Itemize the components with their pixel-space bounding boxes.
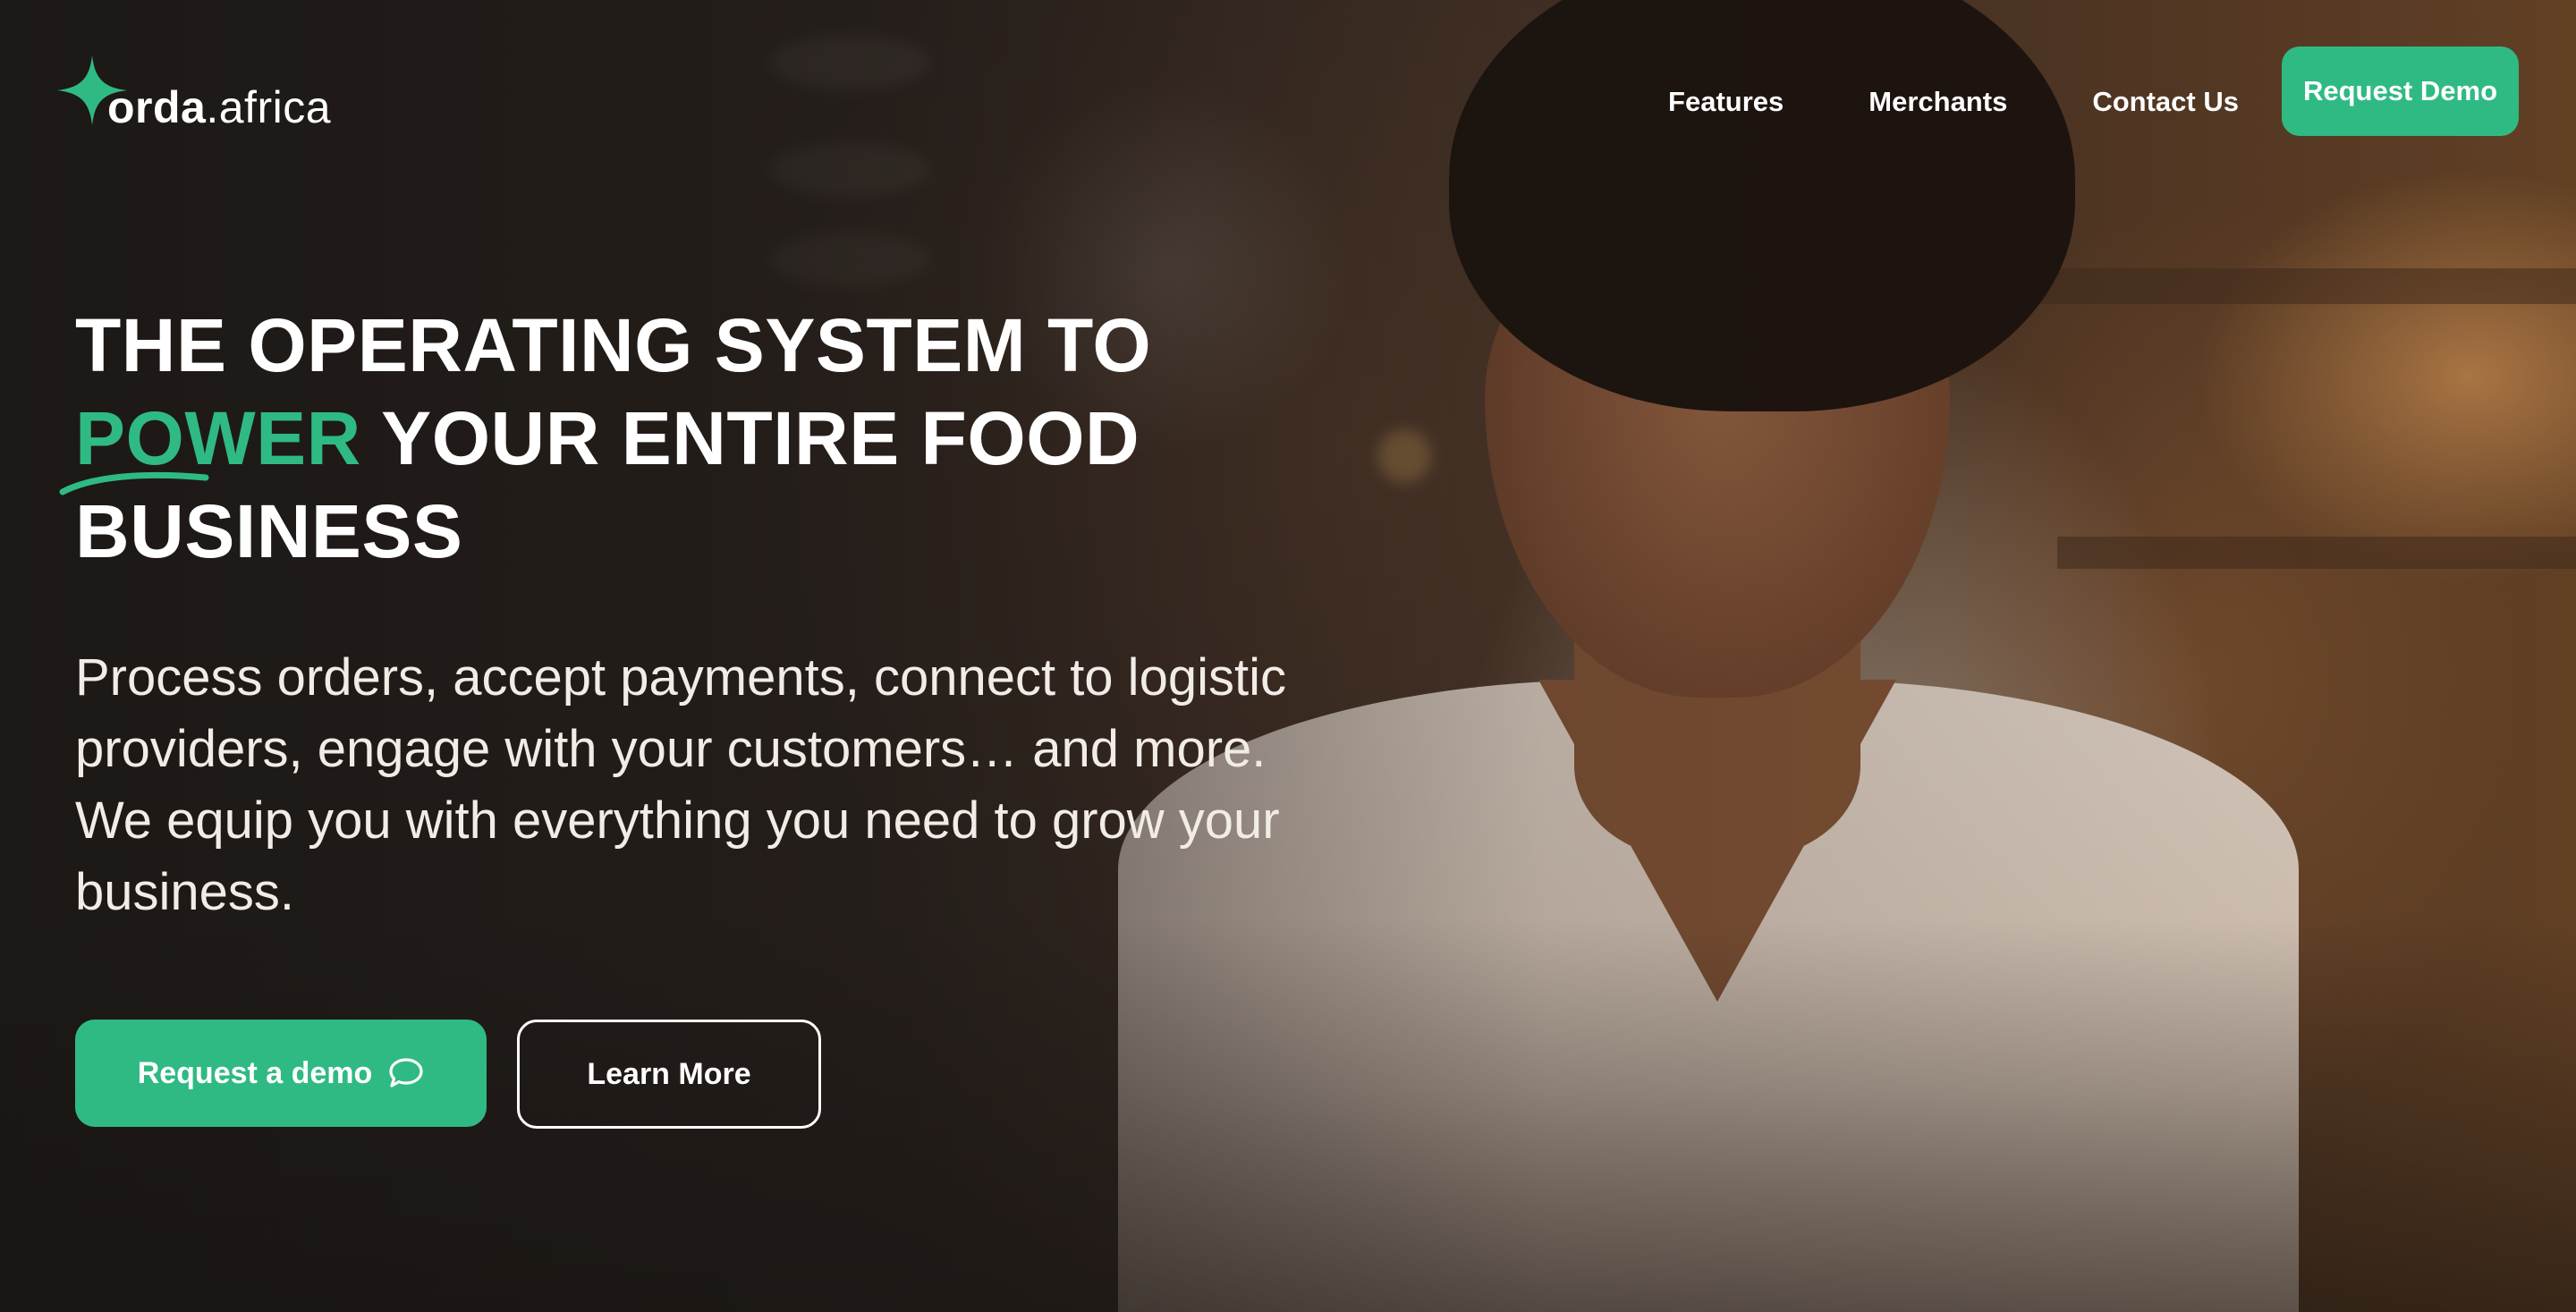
brand-name-light: .africa <box>206 82 332 132</box>
hero-headline: THE OPERATING SYSTEM TO POWER YOUR ENTIR… <box>75 299 1327 578</box>
hero-subtext: Process orders, accept payments, connect… <box>75 648 1286 921</box>
sparkle-star-icon <box>57 55 127 125</box>
nav-link-merchants[interactable]: Merchants <box>1868 86 2007 118</box>
request-a-demo-label: Request a demo <box>137 1055 373 1090</box>
request-demo-nav-button[interactable]: Request Demo <box>2281 47 2519 136</box>
brand-logo[interactable]: orda.africa <box>57 55 331 136</box>
brand-wordmark: orda.africa <box>107 79 331 136</box>
headline-line-2: YOUR ENTIRE FOOD <box>360 396 1140 480</box>
accent-underline-swoosh <box>59 471 209 495</box>
learn-more-label: Learn More <box>587 1056 751 1091</box>
headline-line-3: BUSINESS <box>75 489 463 573</box>
top-navigation: Features Merchants Contact Us Request De… <box>1668 47 2519 136</box>
nav-link-contact-us[interactable]: Contact Us <box>2092 86 2239 118</box>
request-a-demo-button[interactable]: Request a demo <box>75 1020 487 1127</box>
chat-bubble-icon <box>389 1058 423 1088</box>
nav-link-features[interactable]: Features <box>1668 86 1784 118</box>
headline-line-1: THE OPERATING SYSTEM TO <box>75 303 1152 387</box>
learn-more-button[interactable]: Learn More <box>517 1020 821 1129</box>
